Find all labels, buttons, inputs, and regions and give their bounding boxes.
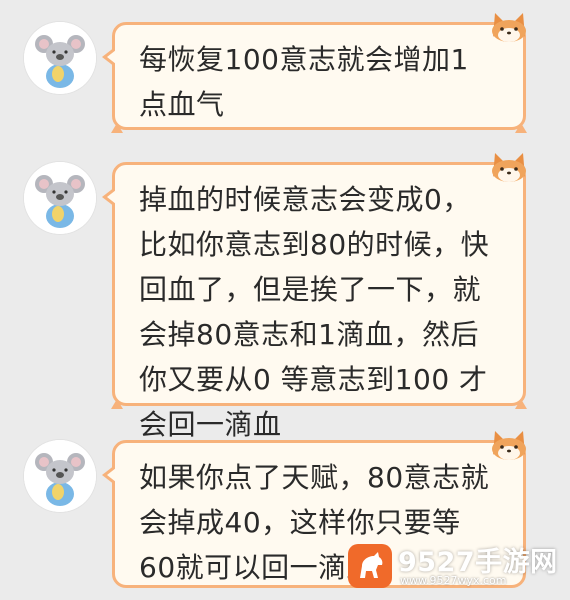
horse-logo-icon [348,544,392,588]
message-line: 会掉80意志和1滴血，然后 [139,318,479,351]
corner-decoration-icon [109,395,125,411]
koala-avatar-icon[interactable] [24,440,96,512]
message-bubble[interactable]: 每恢复100意志就会增加1 点血气 [102,13,527,133]
koala-avatar-icon[interactable] [24,162,96,234]
watermark-url: www.9527wyx.com [400,574,507,587]
corner-decoration-icon [513,395,529,411]
message-line: 你又要从0 等意志到100 才 [139,363,488,396]
message-bubble[interactable]: 掉血的时候意志会变成0， 比如你意志到80的时候，快 回血了，但是挨了一下，就 … [102,153,527,441]
bubble-tail-inner [107,50,116,64]
corner-decoration-icon [513,119,529,135]
bubble-tail-inner [107,190,116,204]
shiba-dog-icon [487,147,531,183]
bubble-tail-inner [107,468,116,482]
corner-decoration-icon [109,119,125,135]
message-line: 会掉成40，这样你只要等 [139,506,461,539]
shiba-dog-icon [487,7,531,43]
message-line: 点血气 [139,88,225,121]
message-line: 每恢复100意志就会增加1 [139,43,469,76]
shiba-dog-icon [487,425,531,461]
site-watermark: 9527手游网 www.9527wyx.com [348,540,557,596]
message-line: 掉血的时候意志会变成0， [139,183,471,216]
message-line: 回血了，但是挨了一下，就 [139,273,482,306]
koala-avatar-icon[interactable] [24,22,96,94]
message-line: 如果你点了天赋，80意志就 [139,461,490,494]
message-line: 比如你意志到80的时候，快 [139,228,490,261]
